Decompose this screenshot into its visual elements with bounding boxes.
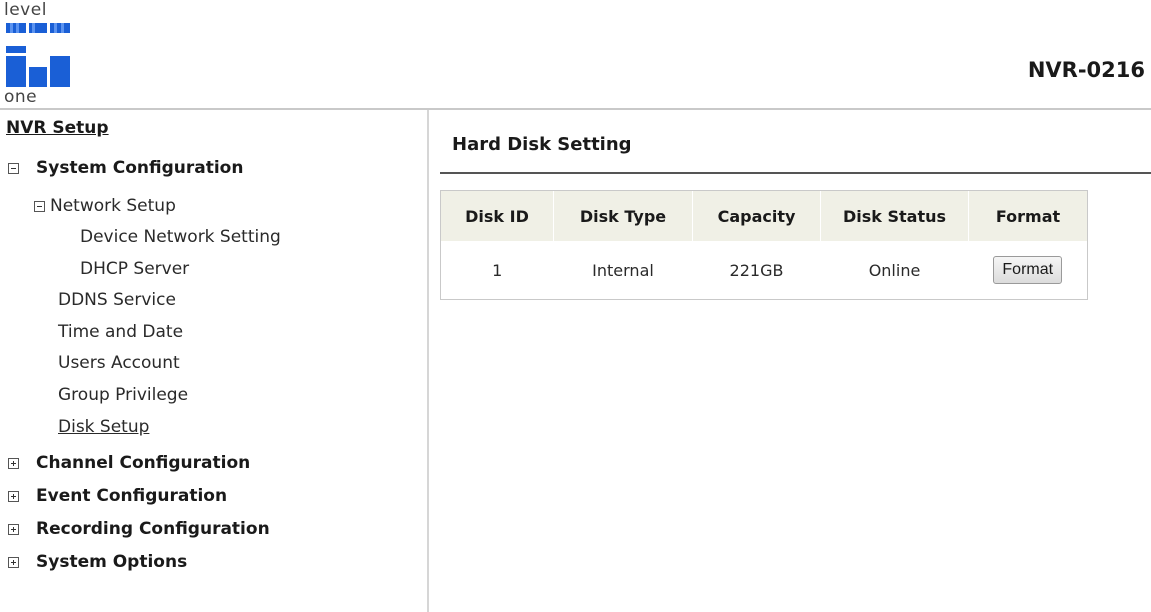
sidebar-item-ddns-service[interactable]: DDNS Service xyxy=(58,290,176,310)
sidebar-item-system-options[interactable]: System Options xyxy=(8,552,187,572)
col-disk-id: Disk ID xyxy=(441,191,554,241)
disk-table: Disk ID Disk Type Capacity Disk Status F… xyxy=(441,191,1087,299)
sidebar-item-recording-configuration[interactable]: Recording Configuration xyxy=(8,519,270,539)
disk-id-cell: 1 xyxy=(492,260,503,280)
expand-icon[interactable] xyxy=(8,490,19,502)
header-divider xyxy=(0,108,1151,110)
capacity-cell: 221GB xyxy=(729,260,784,280)
sidebar-item-system-configuration[interactable]: System Configuration xyxy=(8,158,243,178)
col-disk-status: Disk Status xyxy=(820,191,969,241)
sidebar-item-label: System Configuration xyxy=(36,158,244,178)
disk-status-cell: Online xyxy=(868,260,921,280)
logo-grid-icon xyxy=(6,23,70,87)
disk-table-container: Disk ID Disk Type Capacity Disk Status F… xyxy=(440,190,1088,300)
sidebar-item-label: System Options xyxy=(36,552,188,572)
expand-icon[interactable] xyxy=(8,556,19,568)
sidebar-item-label: Event Configuration xyxy=(36,486,228,506)
sidebar-item-disk-setup[interactable]: Disk Setup xyxy=(58,417,149,437)
sidebar-item-channel-configuration[interactable]: Channel Configuration xyxy=(8,453,250,473)
collapse-icon[interactable] xyxy=(8,162,19,174)
col-capacity: Capacity xyxy=(692,191,821,241)
expand-icon[interactable] xyxy=(8,457,19,469)
levelone-logo: level one xyxy=(4,0,74,107)
sidebar-item-network-setup[interactable]: Network Setup xyxy=(34,196,176,216)
format-cell: Format xyxy=(969,241,1088,299)
expand-icon[interactable] xyxy=(8,523,19,535)
col-disk-type: Disk Type xyxy=(553,191,693,241)
sidebar-item-event-configuration[interactable]: Event Configuration xyxy=(8,486,227,506)
sidebar-item-label: Network Setup xyxy=(50,196,176,216)
sidebar-item-label: Channel Configuration xyxy=(36,453,251,473)
sidebar-item-label: Recording Configuration xyxy=(36,519,270,539)
sidebar-item-device-network-setting[interactable]: Device Network Setting xyxy=(80,227,281,247)
logo-text-top: level xyxy=(4,0,47,20)
main-content: Hard Disk Setting Disk ID Disk Type Capa… xyxy=(440,126,1151,300)
sidebar: NVR Setup System Configuration Network S… xyxy=(0,112,426,612)
table-header-row: Disk ID Disk Type Capacity Disk Status F… xyxy=(441,191,1087,241)
model-name: NVR-0216 xyxy=(1027,58,1145,82)
sidebar-divider xyxy=(427,110,429,612)
sidebar-item-group-privilege[interactable]: Group Privilege xyxy=(58,385,188,405)
table-row: 1 Internal 221GB Online Format xyxy=(441,241,1087,299)
disk-type-cell: Internal xyxy=(592,260,654,280)
format-button[interactable]: Format xyxy=(993,256,1063,284)
page-title: Hard Disk Setting xyxy=(452,134,632,155)
sidebar-item-dhcp-server[interactable]: DHCP Server xyxy=(80,259,189,279)
title-divider xyxy=(440,172,1151,174)
col-format: Format xyxy=(968,191,1087,241)
sidebar-item-time-and-date[interactable]: Time and Date xyxy=(58,322,183,342)
sidebar-item-users-account[interactable]: Users Account xyxy=(58,353,180,373)
header: level one NVR-0216 xyxy=(0,0,1151,108)
collapse-icon[interactable] xyxy=(34,200,45,212)
logo-text-bottom: one xyxy=(4,87,38,107)
nvr-setup-link[interactable]: NVR Setup xyxy=(6,118,109,138)
